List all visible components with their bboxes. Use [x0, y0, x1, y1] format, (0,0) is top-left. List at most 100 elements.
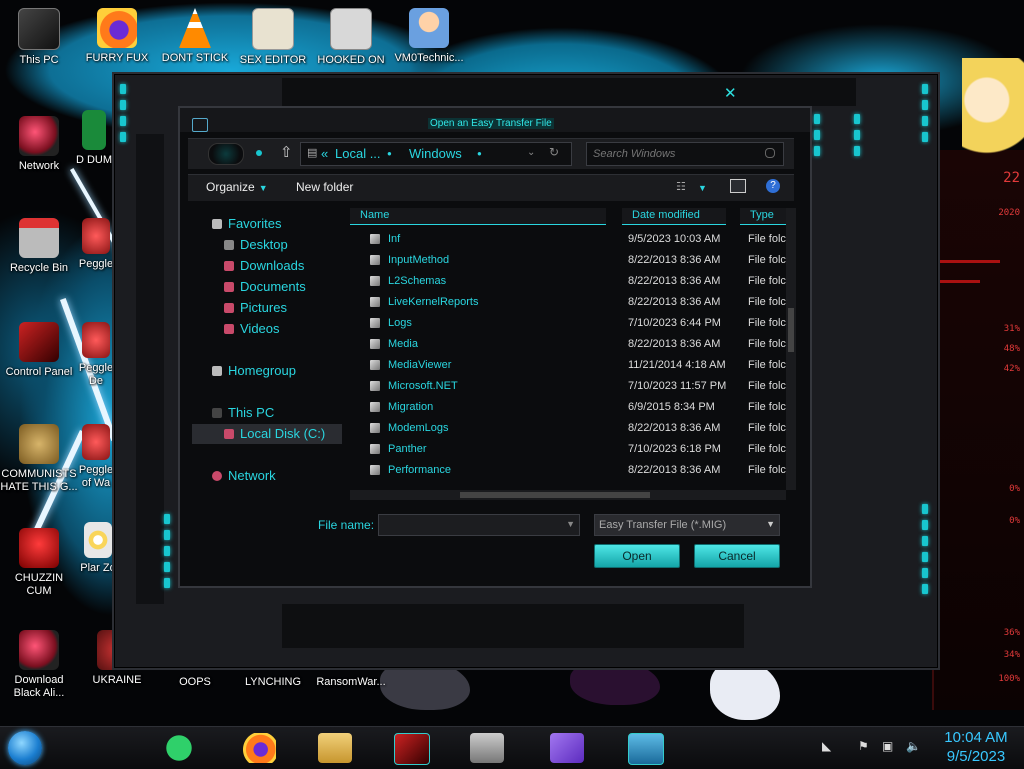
desktop-icon-sex-editor[interactable]: SEX EDITOR: [236, 8, 310, 67]
file-row[interactable]: Logs 7/10/2023 6:44 PM File folc: [350, 314, 786, 335]
nav-local-disk[interactable]: Local Disk (C:): [192, 424, 342, 444]
horizontal-scrollbar[interactable]: [350, 490, 786, 500]
breadcrumb-local-disk[interactable]: Local ...: [335, 146, 381, 161]
breadcrumb-windows[interactable]: Windows: [409, 146, 462, 161]
desktop-icon-recycle-bin[interactable]: Recycle Bin: [2, 218, 76, 275]
desktop-icon-peggle-nights[interactable]: Peggle of Wa: [76, 424, 116, 490]
peggle-icon: [82, 218, 110, 254]
nav-documents[interactable]: Documents: [224, 279, 306, 294]
scroll-thumb[interactable]: [788, 308, 794, 352]
firefox-icon: [97, 8, 137, 48]
desktop-icon-download-black[interactable]: Download Black Ali...: [2, 630, 76, 700]
easy-transfer-icon[interactable]: [628, 733, 664, 765]
desktop-icon-peggle-deluxe[interactable]: Peggle De: [76, 322, 116, 388]
file-row[interactable]: LiveKernelReports 8/22/2013 8:36 AM File f…: [350, 293, 786, 314]
help-icon[interactable]: ?: [766, 179, 780, 193]
organize-button[interactable]: Organize ▼: [206, 180, 268, 194]
nav-homegroup[interactable]: Homegroup: [212, 363, 296, 378]
file-row[interactable]: L2Schemas 8/22/2013 8:36 AM File folc: [350, 272, 786, 293]
desktop-icon-dum[interactable]: D DUM: [74, 110, 114, 167]
scroll-thumb[interactable]: [460, 492, 650, 498]
column-header-date-modified[interactable]: Date modified: [622, 208, 726, 225]
hud-value: 31%: [1003, 324, 1020, 334]
vertical-scrollbar[interactable]: [786, 208, 796, 490]
desktop-icon-furry-fux[interactable]: FURRY FUX: [80, 8, 154, 65]
forward-arrow-icon[interactable]: [256, 150, 262, 156]
red-app-icon[interactable]: [394, 733, 430, 765]
desktop-icon-communists[interactable]: COMMUNISTS HATE THIS G...: [0, 424, 78, 494]
file-name-input[interactable]: [379, 515, 563, 535]
file-row[interactable]: ModemLogs 8/22/2013 8:36 AM File folc: [350, 419, 786, 440]
desktop-icon-peggle[interactable]: Peggle: [76, 218, 116, 271]
column-header-type[interactable]: Type: [740, 208, 786, 225]
column-header-name[interactable]: Name: [350, 208, 606, 225]
visual-studio-icon[interactable]: [550, 733, 584, 763]
clock-date: 9/5/2023: [946, 748, 1006, 765]
file-row[interactable]: Microsoft.NET 7/10/2023 11:57 PM File folc: [350, 377, 786, 398]
desktop-icon-chuzzin[interactable]: CHUZZIN CUM: [2, 528, 76, 598]
nav-pictures[interactable]: Pictures: [224, 300, 287, 315]
cancel-button[interactable]: Cancel: [694, 544, 780, 568]
preview-pane-icon[interactable]: [730, 179, 746, 193]
flower-icon: [84, 522, 112, 558]
file-row[interactable]: Panther 7/10/2023 6:18 PM File folc: [350, 440, 786, 461]
firefox-icon[interactable]: [242, 733, 276, 763]
hud-value: 34%: [1003, 650, 1020, 660]
search-input[interactable]: [587, 143, 765, 165]
search-box[interactable]: [586, 142, 784, 166]
dialog-app-icon: [192, 118, 208, 132]
file-type-filter[interactable]: Easy Transfer File (*.MIG) ▼: [594, 514, 780, 536]
desktop-icon-hooked-on[interactable]: HOOKED ON: [314, 8, 388, 67]
address-bar[interactable]: ▤ « Local ... ● Windows ● ⌄ ↻: [300, 142, 572, 166]
chevron-down-icon[interactable]: ⌄: [527, 147, 535, 158]
open-button[interactable]: Open: [594, 544, 680, 568]
chevron-down-icon[interactable]: ▼: [694, 180, 707, 194]
resize-grip-icon[interactable]: ◣: [822, 739, 831, 753]
back-forward-buttons[interactable]: [208, 143, 268, 165]
spotify-icon[interactable]: [162, 733, 196, 763]
desktop-icon-ransomware[interactable]: RansomWar...: [314, 676, 388, 689]
file-row[interactable]: Inf 9/5/2023 10:03 AM File folc: [350, 230, 786, 251]
nav-network[interactable]: Network: [212, 468, 276, 483]
breadcrumb-separator-icon[interactable]: ●: [477, 149, 482, 158]
back-arrow-icon[interactable]: [208, 143, 244, 165]
file-row[interactable]: InputMethod 8/22/2013 8:36 AM File folc: [350, 251, 786, 272]
file-row[interactable]: Media 8/22/2013 8:36 AM File folc: [350, 335, 786, 356]
file-explorer-icon[interactable]: [318, 733, 352, 763]
desktop-icon-control-panel[interactable]: Control Panel: [2, 322, 76, 379]
nav-downloads[interactable]: Downloads: [224, 258, 304, 273]
desktop-icon-vm0technic[interactable]: VM0Technic...: [392, 8, 466, 65]
network-tray-icon[interactable]: ▣: [882, 739, 893, 753]
desktop-icon-lynching[interactable]: LYNCHING: [236, 676, 310, 689]
peggle-icon: [82, 322, 110, 358]
view-options-icon[interactable]: ☷: [676, 180, 686, 193]
file-name-label: File name:: [318, 518, 375, 532]
refresh-icon[interactable]: ↻: [549, 145, 559, 159]
nav-this-pc[interactable]: This PC: [212, 405, 274, 420]
desktop-icon-this-pc[interactable]: This PC: [2, 8, 76, 67]
file-name-combobox[interactable]: ▼: [378, 514, 580, 536]
cyan-accent-strip: [854, 114, 860, 162]
breadcrumb-separator-icon[interactable]: ●: [387, 149, 392, 158]
file-row[interactable]: Migration 6/9/2015 8:34 PM File folc: [350, 398, 786, 419]
new-folder-button[interactable]: New folder: [296, 180, 353, 194]
start-orb-icon[interactable]: [8, 731, 42, 765]
desktop-icon-network[interactable]: Network: [2, 116, 76, 173]
volume-icon[interactable]: 🔈: [906, 739, 921, 753]
flag-icon[interactable]: ⚑: [858, 739, 869, 753]
file-row[interactable]: MediaViewer 11/21/2014 4:18 AM File folc: [350, 356, 786, 377]
nav-desktop[interactable]: Desktop: [224, 237, 288, 252]
address-overflow[interactable]: «: [321, 146, 328, 161]
nav-favorites[interactable]: Favorites: [212, 216, 281, 231]
migration-icon[interactable]: [470, 733, 504, 763]
system-clock[interactable]: 10:04 AM 9/5/2023: [936, 728, 1016, 766]
up-arrow-icon[interactable]: ⇧: [280, 143, 293, 161]
nav-videos[interactable]: Videos: [224, 321, 280, 336]
videos-folder-icon: [224, 324, 234, 334]
chevron-down-icon[interactable]: ▼: [566, 519, 575, 529]
search-icon[interactable]: [765, 148, 775, 158]
desktop-icon-dont-stick[interactable]: DONT STICK: [158, 8, 232, 65]
close-icon[interactable]: ✕: [724, 84, 737, 102]
desktop-icon-oops[interactable]: OOPS: [158, 676, 232, 689]
file-row[interactable]: Performance 8/22/2013 8:36 AM File folc: [350, 461, 786, 482]
